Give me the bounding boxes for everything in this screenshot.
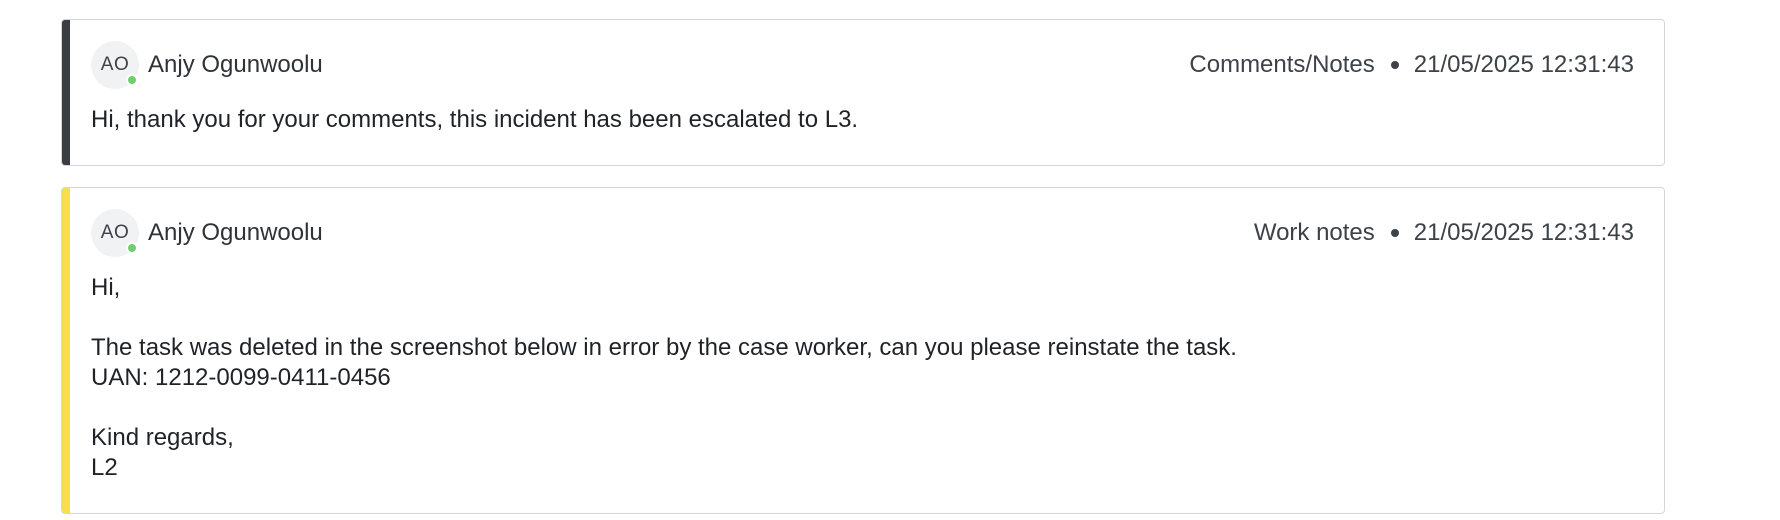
entry-accent-bar (62, 20, 70, 165)
avatar[interactable]: AO (91, 209, 139, 257)
author-name: Anjy Ogunwoolu (148, 219, 323, 246)
entry-body: Hi, thank you for your comments, this in… (91, 105, 1634, 135)
presence-online-icon (126, 242, 138, 254)
body-line: L2 (91, 454, 118, 481)
avatar-initials: AO (100, 222, 130, 243)
entry-category: Comments/Notes (1189, 51, 1375, 78)
body-line: Hi, (91, 274, 121, 301)
entry-meta: Work notes 21/05/2025 12:31:43 (1254, 219, 1634, 247)
author-name: Anjy Ogunwoolu (148, 51, 323, 78)
entry-timestamp: 21/05/2025 12:31:43 (1413, 51, 1634, 78)
entry-category: Work notes (1253, 219, 1375, 246)
entry-body: Hi, The task was deleted in the screensh… (91, 273, 1634, 483)
body-line (91, 393, 1634, 423)
entry-timestamp: 21/05/2025 12:31:43 (1413, 219, 1634, 246)
body-line: Kind regards, (91, 424, 234, 451)
separator-dot-icon (1390, 229, 1399, 237)
avatar-initials: AO (100, 54, 130, 75)
body-line: The task was deleted in the screenshot b… (91, 334, 1237, 361)
body-line: UAN: 1212-0099-0411-0456 (91, 364, 391, 391)
presence-online-icon (126, 74, 138, 86)
entry-author[interactable]: AO Anjy Ogunwoolu (91, 41, 323, 89)
entry-header: AO Anjy Ogunwoolu Work notes 21/05/2025 … (91, 209, 1634, 257)
entry-accent-bar (62, 188, 70, 513)
body-line: Hi, thank you for your comments, this in… (91, 106, 859, 133)
activity-stream: AO Anjy Ogunwoolu Comments/Notes 21/05/2… (61, 19, 1665, 514)
separator-dot-icon (1390, 61, 1399, 69)
activity-entry-worknote: AO Anjy Ogunwoolu Work notes 21/05/2025 … (61, 187, 1665, 514)
body-line (91, 303, 1634, 333)
activity-entry-comment: AO Anjy Ogunwoolu Comments/Notes 21/05/2… (61, 19, 1665, 166)
entry-meta: Comments/Notes 21/05/2025 12:31:43 (1189, 51, 1634, 79)
avatar[interactable]: AO (91, 41, 139, 89)
entry-header: AO Anjy Ogunwoolu Comments/Notes 21/05/2… (91, 41, 1634, 89)
entry-author[interactable]: AO Anjy Ogunwoolu (91, 209, 323, 257)
